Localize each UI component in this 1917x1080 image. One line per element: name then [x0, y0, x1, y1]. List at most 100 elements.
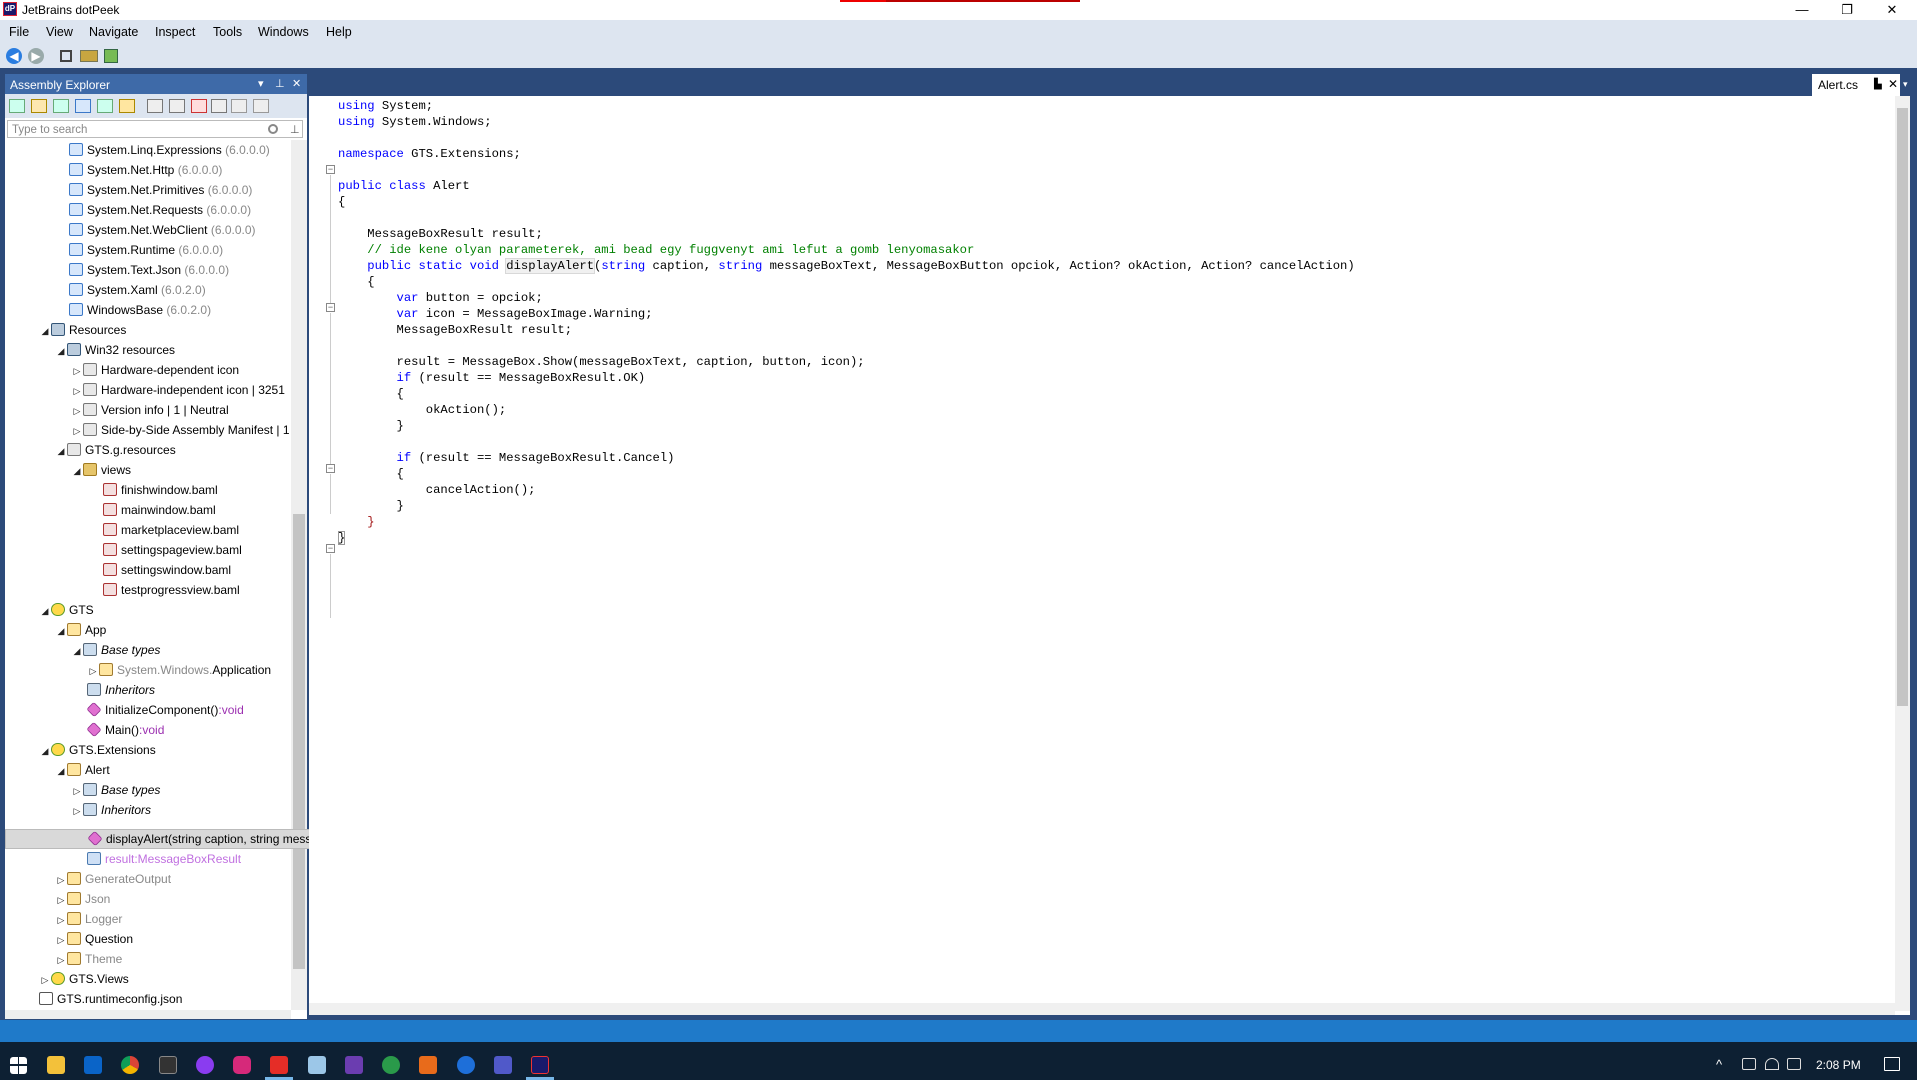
- fold-toggle-icon[interactable]: −: [326, 165, 335, 174]
- tree-node[interactable]: ▷ Hardware-dependent icon: [71, 360, 239, 380]
- tree-node[interactable]: marketplaceview.baml: [103, 520, 239, 540]
- tree-node[interactable]: ◢ Base types: [71, 640, 160, 660]
- expand-arrow-icon[interactable]: ▷: [71, 381, 83, 401]
- panel-dropdown-icon[interactable]: ▾: [258, 77, 264, 90]
- expand-arrow-icon[interactable]: ▷: [55, 910, 67, 930]
- panel-pin-icon[interactable]: ⊥: [275, 77, 285, 90]
- chrome-icon[interactable]: [121, 1056, 139, 1074]
- battery-icon[interactable]: [1742, 1058, 1756, 1070]
- tab-pin-icon[interactable]: ▙: [1874, 79, 1882, 90]
- tree-node[interactable]: ◢ Resources: [39, 320, 126, 340]
- search-icon[interactable]: [268, 124, 278, 134]
- expand-arrow-icon[interactable]: ▷: [39, 970, 51, 990]
- close-button[interactable]: ✕: [1870, 0, 1914, 20]
- tree-node[interactable]: testprogressview.baml: [103, 580, 240, 600]
- tree-node[interactable]: finishwindow.baml: [103, 480, 218, 500]
- tree-node[interactable]: ▷ System.Windows.Application: [87, 660, 271, 680]
- expand-arrow-icon[interactable]: ▷: [55, 890, 67, 910]
- tree-node[interactable]: ◢ views: [71, 460, 131, 480]
- tree-scrollbar-thumb[interactable]: [293, 514, 305, 969]
- menu-windows[interactable]: Windows: [258, 25, 309, 39]
- open-assembly-icon[interactable]: [80, 50, 98, 62]
- teams-icon[interactable]: [494, 1056, 512, 1074]
- collapse-arrow-icon[interactable]: ◢: [55, 341, 67, 361]
- expand-arrow-icon[interactable]: ▷: [55, 930, 67, 950]
- tree-node[interactable]: System.Xaml (6.0.2.0): [69, 280, 206, 300]
- tree-options-icon[interactable]: [211, 99, 227, 113]
- tree-node[interactable]: System.Text.Json (6.0.0.0): [69, 260, 229, 280]
- fold-toggle-icon[interactable]: −: [326, 544, 335, 553]
- collapse-arrow-icon[interactable]: ◢: [39, 601, 51, 621]
- open-from-gac-icon[interactable]: [53, 99, 69, 113]
- instagram-icon[interactable]: [233, 1056, 251, 1074]
- tree-node[interactable]: Main():void: [86, 720, 164, 740]
- tree-node[interactable]: ▷ Side-by-Side Assembly Manifest | 1: [71, 420, 290, 440]
- notepad-icon[interactable]: [308, 1056, 326, 1074]
- tree-node[interactable]: System.Linq.Expressions (6.0.0.0): [69, 140, 270, 160]
- tab-list-dropdown-icon[interactable]: ▾: [1903, 79, 1908, 90]
- export-icon[interactable]: [231, 99, 247, 113]
- tree-node[interactable]: ▷ Json: [55, 889, 110, 909]
- minimize-button[interactable]: —: [1780, 0, 1824, 20]
- assembly-list-icon[interactable]: [75, 99, 91, 113]
- wifi-icon[interactable]: [1765, 1058, 1779, 1070]
- menu-inspect[interactable]: Inspect: [155, 25, 195, 39]
- menu-tools[interactable]: Tools: [213, 25, 242, 39]
- panel-close-icon[interactable]: ✕: [292, 77, 301, 90]
- tree-node[interactable]: Inheritors: [87, 680, 155, 700]
- run-icon[interactable]: [104, 49, 118, 63]
- tree-node[interactable]: System.Runtime (6.0.0.0): [69, 240, 223, 260]
- tree-node[interactable]: ◢ App: [55, 620, 106, 640]
- terminal-icon[interactable]: [159, 1056, 177, 1074]
- tray-overflow-icon[interactable]: ^: [1716, 1057, 1722, 1072]
- tree-node[interactable]: InitializeComponent():void: [86, 700, 244, 720]
- outlook-icon[interactable]: [84, 1056, 102, 1074]
- messenger-icon[interactable]: [196, 1056, 214, 1074]
- git-icon[interactable]: [382, 1056, 400, 1074]
- tree-node[interactable]: GTS.runtimeconfig.json: [39, 989, 182, 1009]
- tree-node[interactable]: result:MessageBoxResult: [87, 849, 241, 869]
- expand-arrow-icon[interactable]: ▷: [71, 801, 83, 821]
- dotpeek-taskbar-icon[interactable]: [531, 1056, 549, 1074]
- 1password-icon[interactable]: [457, 1056, 475, 1074]
- collapse-arrow-icon[interactable]: ◢: [39, 741, 51, 761]
- expand-arrow-icon[interactable]: ▷: [71, 401, 83, 421]
- open-folder-icon[interactable]: [31, 99, 47, 113]
- menu-view[interactable]: View: [46, 25, 73, 39]
- tree-node[interactable]: ▷ Version info | 1 | Neutral: [71, 400, 229, 420]
- collapse-arrow-icon[interactable]: ◢: [55, 761, 67, 781]
- tree-node[interactable]: settingspageview.baml: [103, 540, 242, 560]
- tree-node[interactable]: ▷ GenerateOutput: [55, 869, 171, 889]
- tree-node[interactable]: ◢ GTS.Extensions: [39, 740, 156, 760]
- visual-studio-icon[interactable]: [345, 1056, 363, 1074]
- tree-node[interactable]: mainwindow.baml: [103, 500, 216, 520]
- expand-arrow-icon[interactable]: ▷: [71, 421, 83, 441]
- expand-arrow-icon[interactable]: ▷: [87, 661, 99, 681]
- menu-navigate[interactable]: Navigate: [89, 25, 138, 39]
- clock[interactable]: 2:08 PM: [1816, 1058, 1861, 1072]
- tree-node[interactable]: ▷ Question: [55, 929, 133, 949]
- tree-node[interactable]: settingswindow.baml: [103, 560, 231, 580]
- remove-assembly-icon[interactable]: [191, 99, 207, 113]
- youtube-icon[interactable]: [270, 1056, 288, 1074]
- expand-arrow-icon[interactable]: ▷: [71, 781, 83, 801]
- tree-node[interactable]: System.Net.Primitives (6.0.0.0): [69, 180, 252, 200]
- code-editor[interactable]: − − − − using System; using System.Windo…: [309, 96, 1910, 1015]
- menu-file[interactable]: File: [9, 25, 29, 39]
- tree-node[interactable]: ▷ Inheritors: [71, 800, 151, 820]
- collapse-arrow-icon[interactable]: ◢: [55, 441, 67, 461]
- tree-node[interactable]: ▷ GTS.Views: [39, 969, 129, 989]
- tree-node[interactable]: ◢ Alert: [55, 760, 110, 780]
- table-view-icon[interactable]: [169, 99, 185, 113]
- tree-node[interactable]: ▷ Hardware-independent icon | 3251: [71, 380, 285, 400]
- back-arrow-icon[interactable]: ◀: [6, 48, 22, 64]
- forward-arrow-icon[interactable]: ▶: [28, 48, 44, 64]
- editor-scrollbar-thumb[interactable]: [1897, 108, 1908, 706]
- editor-horizontal-scrollbar[interactable]: [309, 1003, 1895, 1015]
- search-input[interactable]: [12, 123, 262, 136]
- tree-node[interactable]: WindowsBase (6.0.2.0): [69, 300, 211, 320]
- expand-arrow-icon[interactable]: ▷: [55, 950, 67, 970]
- fold-toggle-icon[interactable]: −: [326, 464, 335, 473]
- grid-view-icon[interactable]: [147, 99, 163, 113]
- expand-arrow-icon[interactable]: ▷: [71, 361, 83, 381]
